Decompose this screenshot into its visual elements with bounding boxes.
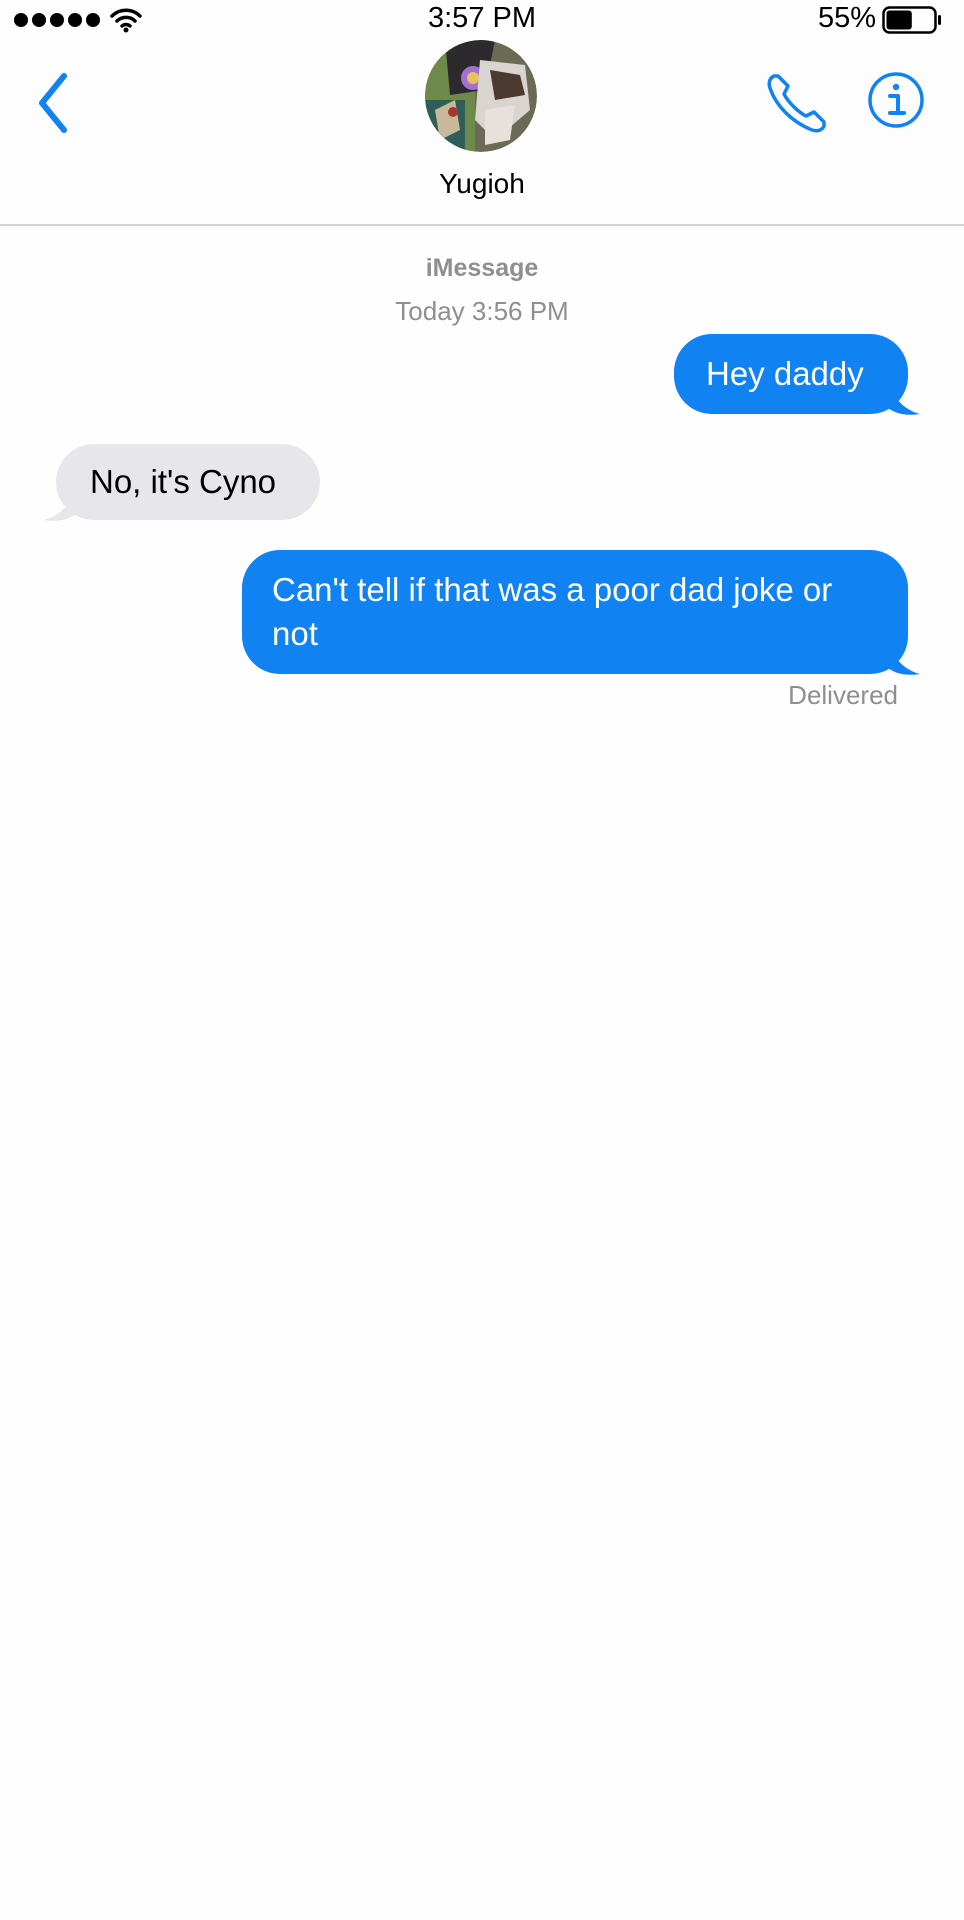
message-text: Hey daddy (706, 355, 864, 392)
battery-percent: 55% (817, 2, 876, 34)
message-bubble-incoming[interactable]: No, it's Cyno (56, 444, 320, 520)
avatar[interactable] (425, 40, 537, 152)
phone-icon[interactable] (762, 68, 832, 138)
message-text: No, it's Cyno (90, 463, 277, 500)
service-label: iMessage (425, 254, 539, 282)
contact-name[interactable]: Yugioh (0, 168, 964, 200)
message-text: Can't tell if that was a poor dad joke o… (272, 571, 833, 652)
conversation-header: Yugioh (0, 40, 964, 226)
delivery-status: Delivered (788, 680, 898, 710)
chevron-left-icon[interactable] (34, 68, 74, 138)
status-bar: 3:57 PM 55% (0, 0, 964, 40)
message-bubble-outgoing[interactable]: Hey daddy (674, 334, 908, 414)
info-icon[interactable] (866, 70, 926, 130)
timestamp: Today 3:56 PM (395, 296, 569, 326)
message-bubble-outgoing[interactable]: Can't tell if that was a poor dad joke o… (242, 550, 908, 674)
battery-icon (882, 6, 941, 34)
